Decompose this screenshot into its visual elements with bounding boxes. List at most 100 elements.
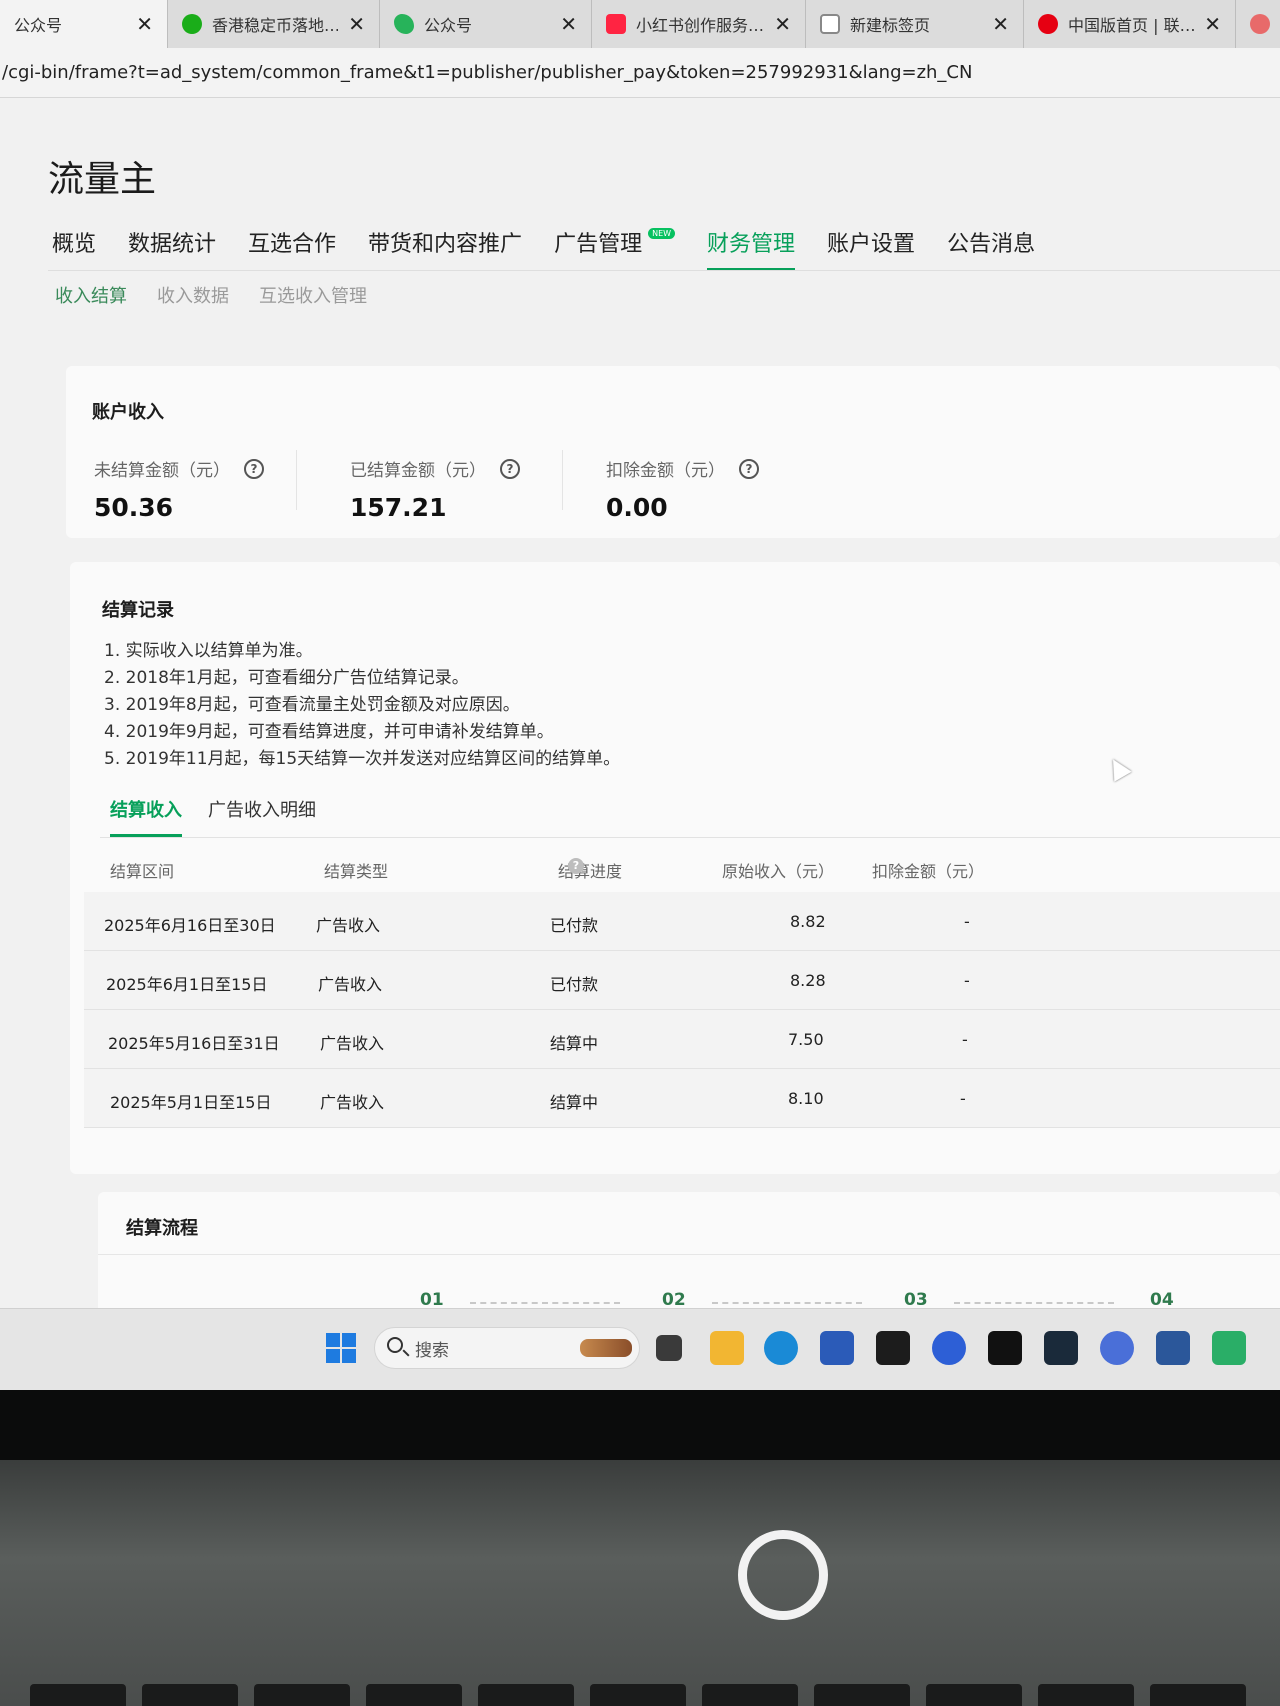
browser-tab[interactable] [1236,0,1280,48]
close-icon[interactable]: ✕ [1204,12,1221,36]
tool-icon[interactable] [1044,1331,1078,1365]
tab-title: 香港稳定币落地… [212,16,339,35]
note-item: 3. 2019年8月起，可查看流量主处罚金额及对应原因。 [104,695,520,715]
nav-cooperation[interactable]: 互选合作 [248,226,336,271]
help-icon[interactable]: ? [500,458,520,479]
close-icon[interactable]: ✕ [136,12,153,36]
browser-tab[interactable]: 公众号 ✕ [380,0,592,48]
note-item: 4. 2019年9月起，可查看结算进度，并可申请补发结算单。 [104,722,554,742]
cell-status: 结算中 [550,1093,599,1112]
zoom-icon[interactable] [932,1331,966,1365]
key [478,1684,574,1706]
file-explorer-icon[interactable] [710,1331,744,1365]
app-whale-icon[interactable] [1100,1331,1134,1365]
metric-label: 扣除金额（元） [606,461,725,481]
key [590,1684,686,1706]
close-icon[interactable]: ✕ [774,12,791,36]
note-item: 5. 2019年11月起，每15天结算一次并发送对应结算区间的结算单。 [104,749,621,769]
metric-value: 157.21 [350,493,447,522]
nav-finance[interactable]: 财务管理 [707,226,796,271]
cell-income: 8.10 [788,1089,824,1108]
store-icon[interactable] [820,1331,854,1365]
help-icon[interactable]: ? [244,458,264,479]
column-header: 结算区间 [110,862,175,881]
key [366,1684,462,1706]
tab-ad-income-detail[interactable]: 广告收入明细 [208,796,316,837]
cell-type: 广告收入 [316,916,381,935]
app-icon[interactable] [876,1331,910,1365]
divider [296,450,297,510]
nav-account-settings[interactable]: 账户设置 [827,226,915,271]
settlement-records-card: 结算记录 1. 实际收入以结算单为准。 2. 2018年1月起，可查看细分广告位… [70,562,1280,1174]
key [1150,1684,1246,1706]
browser-tab-strip: 公众号 ✕ 香港稳定币落地… ✕ 公众号 ✕ 小红书创作服务… ✕ 新建标签页 … [0,0,1280,48]
table-row: 2025年6月16日至30日 广告收入 已付款 8.82 - [84,892,1280,951]
table-row: 2025年6月1日至15日 广告收入 已付款 8.28 - [84,951,1280,1010]
nav-ad-management[interactable]: 广告管理 NEW [554,226,676,271]
tab-title: 小红书创作服务… [636,16,765,35]
laptop-body [0,1460,1280,1706]
browser-tab[interactable]: 公众号 ✕ [0,0,168,48]
step-number: 02 [662,1290,686,1310]
nav-overview[interactable]: 概览 [52,226,96,271]
new-badge: NEW [648,228,676,239]
cell-type: 广告收入 [318,975,383,994]
tab-settlement-income[interactable]: 结算收入 [110,796,182,837]
column-header: 结算进度 [558,862,623,881]
nav-announcements[interactable]: 公告消息 [947,226,1035,271]
browser-tab[interactable]: 香港稳定币落地… ✕ [168,0,380,48]
records-tabs: 结算收入 广告收入明细 [110,796,342,837]
records-table: 2025年6月16日至30日 广告收入 已付款 8.82 - 2025年6月1日… [84,892,1280,1128]
browser-tab[interactable]: 小红书创作服务… ✕ [592,0,806,48]
table-header: 结算区间 结算类型 结算进度? 原始收入（元） 扣除金额（元） [110,858,1250,888]
unsettled-amount: 未结算金额（元） ? 50.36 [94,456,264,522]
keyboard-row [0,1684,1280,1706]
unicom-icon [1038,14,1058,34]
card-title: 结算记录 [102,600,174,621]
xiaohongshu-icon [606,14,626,34]
windows-start-icon[interactable] [326,1333,356,1363]
close-icon[interactable]: ✕ [560,12,577,36]
tab-title: 新建标签页 [850,16,931,35]
help-icon[interactable]: ? [739,458,759,479]
green-circle-icon [182,14,202,34]
browser-tab[interactable]: 新建标签页 ✕ [806,0,1024,48]
column-header: 结算类型 [324,862,389,881]
cell-type: 广告收入 [320,1093,385,1112]
nav-promotion[interactable]: 带货和内容推广 [368,226,522,271]
close-icon[interactable]: ✕ [992,12,1009,36]
tab-title: 公众号 [14,16,63,35]
laptop-bezel [0,1390,1280,1460]
address-bar[interactable]: /cgi-bin/frame?t=ad_system/common_frame&… [0,48,1280,98]
task-view-icon[interactable] [656,1335,682,1361]
close-icon[interactable]: ✕ [348,12,365,36]
cell-type: 广告收入 [320,1034,385,1053]
edge-browser-icon[interactable] [764,1331,798,1365]
subnav-cooperation-income[interactable]: 互选收入管理 [259,282,367,308]
capcut-icon[interactable] [988,1331,1022,1365]
subnav-income-data[interactable]: 收入数据 [157,282,229,308]
tab-title: 公众号 [424,16,473,35]
search-highlight-icon [580,1339,632,1357]
browser-tab[interactable]: 中国版首页 | 联… ✕ [1024,0,1236,48]
key [30,1684,126,1706]
cell-period: 2025年5月16日至31日 [108,1034,280,1053]
divider [562,450,563,510]
nav-divider [48,270,1280,271]
help-icon[interactable]: ? [568,858,584,874]
step-connector [712,1302,862,1304]
key [254,1684,350,1706]
cell-period: 2025年6月16日至30日 [104,916,276,935]
word-icon[interactable] [1156,1331,1190,1365]
metric-value: 50.36 [94,493,174,522]
step-connector [954,1302,1114,1304]
key [702,1684,798,1706]
wechat-icon[interactable] [1212,1331,1246,1365]
sub-nav: 收入结算 收入数据 互选收入管理 [55,282,397,308]
tab-favicon-icon [1250,14,1270,34]
cell-period: 2025年5月1日至15日 [110,1093,272,1112]
nav-statistics[interactable]: 数据统计 [128,226,216,271]
step-number: 04 [1150,1290,1174,1310]
page-title: 流量主 [48,159,157,200]
subnav-income-settlement[interactable]: 收入结算 [55,282,127,308]
